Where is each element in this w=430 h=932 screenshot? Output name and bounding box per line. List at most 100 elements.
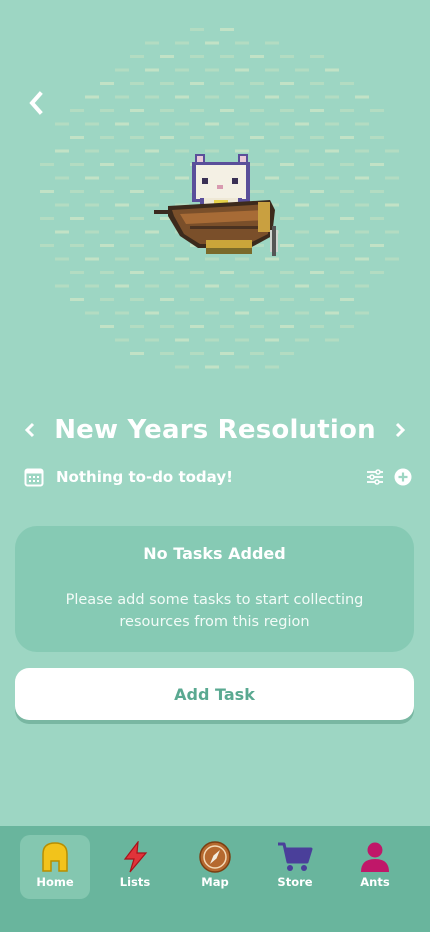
water-dash [205,95,219,99]
next-region-button[interactable] [386,414,414,446]
water-dash [295,176,309,180]
water-dash [355,95,369,99]
water-dash [70,136,84,139]
water-dash [295,68,309,72]
water-dash [280,271,294,274]
water-dash [190,28,204,31]
sliders-icon [367,469,383,485]
add-circle-button[interactable] [392,466,414,488]
water-dash [160,136,174,139]
water-dash [295,95,309,99]
water-dash [370,163,384,166]
water-dash [220,82,234,85]
water-dash [100,325,114,328]
water-dash [130,82,144,85]
water-dash [220,28,234,31]
water-dash [340,136,354,139]
water-dash [205,284,219,288]
water-dash [115,68,129,72]
water-dash [235,95,249,99]
water-dash [325,95,339,99]
water-dash [130,298,144,301]
water-dash [115,122,129,126]
compass-icon [199,841,231,873]
water-dash [205,68,219,72]
water-dash [175,68,189,72]
water-dash [160,271,174,274]
water-dash [160,55,174,58]
water-dash [130,352,144,355]
water-dash [265,365,279,369]
water-dash [295,230,309,234]
water-dash [325,68,339,72]
water-dash [85,122,99,126]
water-dash [70,163,84,166]
water-dash [235,284,249,288]
water-dash [310,298,324,301]
water-dash [145,41,159,45]
water-dash [385,257,399,261]
water-dash [235,68,249,72]
water-dash [370,244,384,247]
water-dash [205,365,219,369]
water-dash [235,365,249,369]
water-dash [175,311,189,315]
water-dash [280,298,294,301]
water-dash [115,203,129,207]
water-dash [130,217,144,220]
water-dash [115,95,129,99]
add-task-button[interactable]: Add Task [15,668,414,720]
water-dash [190,271,204,274]
water-dash [115,149,129,153]
water-dash [70,271,84,274]
water-dash [340,298,354,301]
tab-store[interactable]: Store [260,835,330,899]
water-dash [205,338,219,342]
water-dash [220,271,234,274]
water-dash [295,311,309,315]
water-dash [325,311,339,315]
water-dash [295,203,309,207]
water-dash [55,284,69,288]
previous-region-button[interactable] [16,414,44,446]
water-dash [190,352,204,355]
water-dash [55,203,69,207]
water-dash [145,338,159,342]
water-dash [325,203,339,207]
lightning-icon [123,841,148,873]
water-dash [85,149,99,153]
filter-button[interactable] [364,466,386,488]
water-dash [385,176,399,180]
water-dash [160,352,174,355]
water-dash [265,338,279,342]
home-icon [42,842,68,872]
water-dash [235,41,249,45]
water-dash [250,136,264,139]
water-dash [220,325,234,328]
water-dash [70,190,84,193]
water-dash [220,352,234,355]
water-dash [280,352,294,355]
water-dash [235,122,249,126]
tab-home[interactable]: Home [20,835,90,899]
back-button[interactable] [22,88,52,118]
tab-lists[interactable]: Lists [100,835,170,899]
water-dash [355,230,369,234]
water-dash [265,311,279,315]
calendar-icon [24,468,44,487]
water-dash [220,109,234,112]
water-dash [70,298,84,301]
bottom-tab-bar: Home Lists Map Store Ants [0,826,430,932]
tab-home-label: Home [36,875,74,889]
tab-ants[interactable]: Ants [340,835,410,899]
water-dash [100,217,114,220]
water-dash [130,271,144,274]
today-status-row: Nothing to-do today! [24,462,414,492]
water-dash [160,298,174,301]
water-dash [385,230,399,234]
water-dash [40,244,54,247]
water-dash [100,271,114,274]
water-dash [145,122,159,126]
water-dash [325,284,339,288]
tab-map[interactable]: Map [180,835,250,899]
